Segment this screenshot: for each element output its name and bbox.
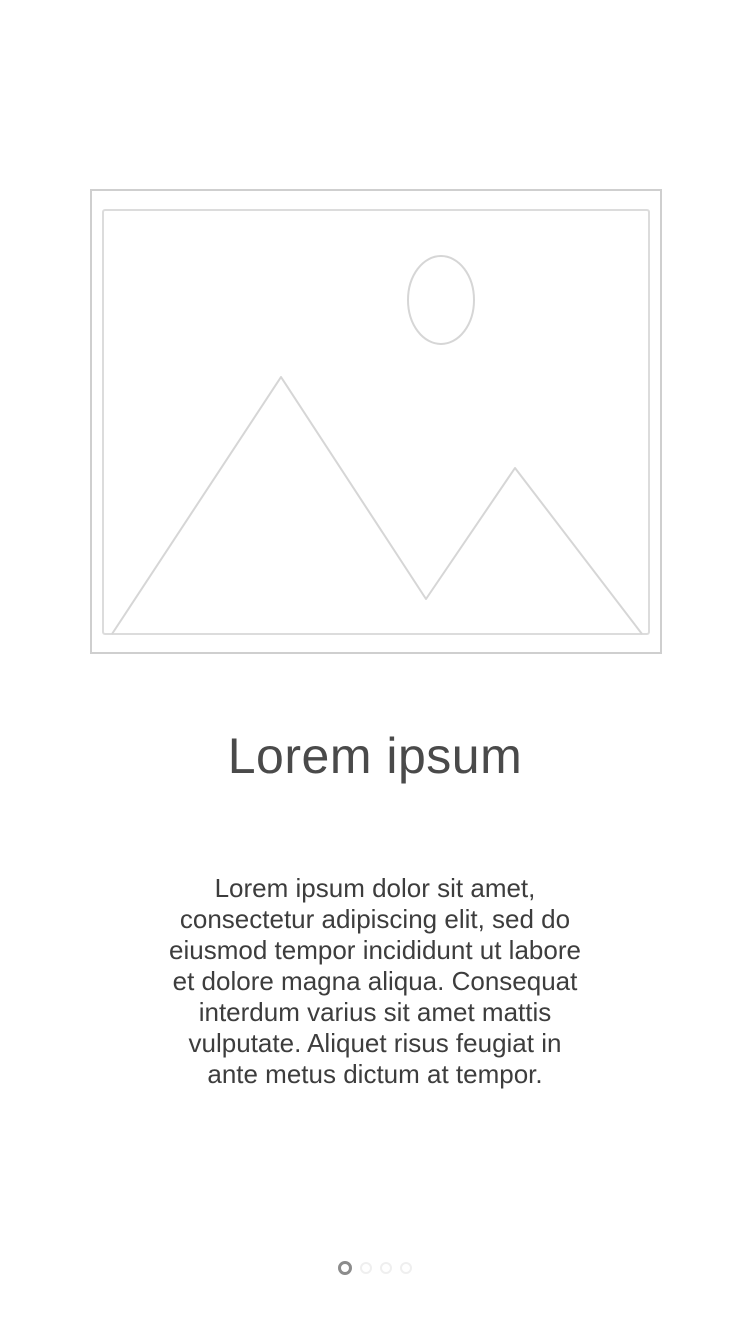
image-placeholder-svg (90, 189, 662, 654)
onboarding-screen: Lorem ipsum Lorem ipsum dolor sit amet, … (0, 0, 750, 1334)
page-indicator (0, 1259, 750, 1277)
page-dot-4[interactable] (400, 1262, 412, 1274)
page-dot-3[interactable] (380, 1262, 392, 1274)
page-dot-2[interactable] (360, 1262, 372, 1274)
page-dot-1[interactable] (338, 1261, 352, 1275)
image-placeholder-icon (90, 189, 662, 654)
page-title: Lorem ipsum (227, 728, 523, 784)
description-text: Lorem ipsum dolor sit amet, consectetur … (169, 873, 581, 1089)
image-frame-outer (90, 189, 662, 654)
